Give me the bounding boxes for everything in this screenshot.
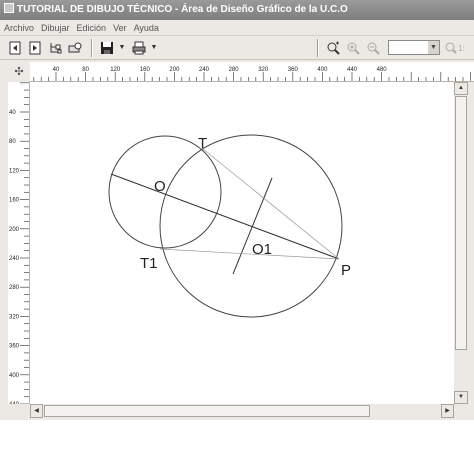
left-frame — [0, 62, 8, 420]
menu-ver[interactable]: Ver — [113, 23, 127, 33]
ruler-label: 200 — [9, 227, 20, 233]
ruler-label: 40 — [9, 110, 16, 116]
zoom-out-icon[interactable] — [364, 39, 382, 57]
ruler-label: 480 — [377, 67, 388, 73]
ruler-label: 160 — [140, 67, 151, 73]
ruler-label: 400 — [9, 373, 20, 379]
line-o-p — [110, 173, 340, 260]
app-window: TUTORIAL DE DIBUJO TÉCNICO - Área de Dis… — [0, 0, 474, 420]
forward-page-icon[interactable] — [26, 39, 44, 57]
ruler-label: 80 — [82, 67, 89, 73]
ruler-label: 80 — [9, 139, 16, 145]
label-t: T — [198, 135, 207, 152]
scroll-up-button[interactable]: ▲ — [454, 82, 468, 95]
scroll-right-button[interactable]: ▶ — [441, 404, 454, 418]
ruler-label: 120 — [110, 67, 121, 73]
ruler-label: 320 — [9, 314, 20, 320]
print-dropdown-arrow-icon[interactable]: ▼ — [150, 39, 158, 57]
menu-bar: Archivo Dibujar Edición Ver Ayuda — [0, 20, 474, 36]
zoom-one-icon[interactable]: 1: — [444, 39, 468, 57]
vertical-scroll-thumb[interactable] — [455, 96, 467, 350]
save-icon[interactable] — [98, 39, 116, 57]
menu-dibujar[interactable]: Dibujar — [41, 23, 70, 33]
ruler-label: 400 — [317, 67, 328, 73]
drawing-canvas[interactable]: T O T1 O1 P — [30, 82, 454, 404]
drawing-svg: T O T1 O1 P — [108, 134, 351, 318]
bisector-line — [232, 177, 273, 275]
print-preview-icon[interactable] — [66, 39, 84, 57]
ruler-label: 320 — [258, 67, 269, 73]
zoom-in-icon[interactable] — [344, 39, 362, 57]
toolbar-separator — [317, 38, 319, 57]
ruler-label: 40 — [53, 67, 60, 73]
tangent-t1-p — [159, 248, 340, 260]
menu-edicion[interactable]: Edición — [77, 23, 107, 33]
horizontal-scrollbar[interactable]: ◀ ▶ — [30, 404, 454, 418]
ruler-label: 280 — [9, 285, 20, 291]
menu-archivo[interactable]: Archivo — [4, 23, 34, 33]
ruler-label: 440 — [347, 67, 358, 73]
save-dropdown-arrow-icon[interactable]: ▼ — [118, 39, 126, 57]
print-icon[interactable] — [130, 39, 148, 57]
tree-icon[interactable] — [46, 39, 64, 57]
label-o1: O1 — [252, 241, 272, 258]
ruler-corner-icon[interactable]: ✣ — [8, 62, 30, 82]
window-title: TUTORIAL DE DIBUJO TÉCNICO - Área de Dis… — [17, 4, 348, 15]
scroll-left-button[interactable]: ◀ — [30, 404, 43, 418]
vertical-ruler: 40 80 120 160 200 240 280 320 360 400 440 — [8, 82, 30, 408]
toolbar-separator — [91, 38, 93, 57]
label-o: O — [154, 178, 166, 195]
vertical-scrollbar[interactable]: ▲ ▼ — [454, 82, 468, 404]
horizontal-scroll-thumb[interactable] — [44, 405, 370, 417]
toolbar: ▼ ▼ ▼ 1: — [0, 36, 474, 60]
label-t1: T1 — [140, 255, 158, 272]
zoom-one-label: 1: — [458, 44, 465, 53]
ruler-label: 360 — [9, 344, 20, 350]
title-bar[interactable]: TUTORIAL DE DIBUJO TÉCNICO - Área de Dis… — [0, 0, 474, 20]
ruler-label: 440 — [9, 402, 20, 404]
ruler-label: 240 — [9, 256, 20, 262]
app-icon — [4, 3, 14, 13]
ruler-label: 200 — [169, 67, 180, 73]
ruler-label: 360 — [288, 67, 299, 73]
ruler-label: 160 — [9, 198, 20, 204]
zoom-select[interactable]: ▼ — [388, 40, 440, 55]
menu-ayuda[interactable]: Ayuda — [134, 23, 159, 33]
ruler-label: 240 — [199, 67, 210, 73]
ruler-label: 120 — [9, 168, 20, 174]
scroll-down-button[interactable]: ▼ — [454, 391, 468, 404]
label-p: P — [341, 262, 351, 279]
back-page-icon[interactable] — [6, 39, 24, 57]
ruler-label: 280 — [229, 67, 240, 73]
zoom-fit-icon[interactable] — [324, 39, 342, 57]
zoom-dropdown-arrow-icon[interactable]: ▼ — [428, 41, 439, 54]
horizontal-ruler: 40 80 120 160 200 240 280 320 360 400 440 480 — [30, 62, 474, 82]
zoom-tools: ▼ 1: — [312, 38, 474, 57]
